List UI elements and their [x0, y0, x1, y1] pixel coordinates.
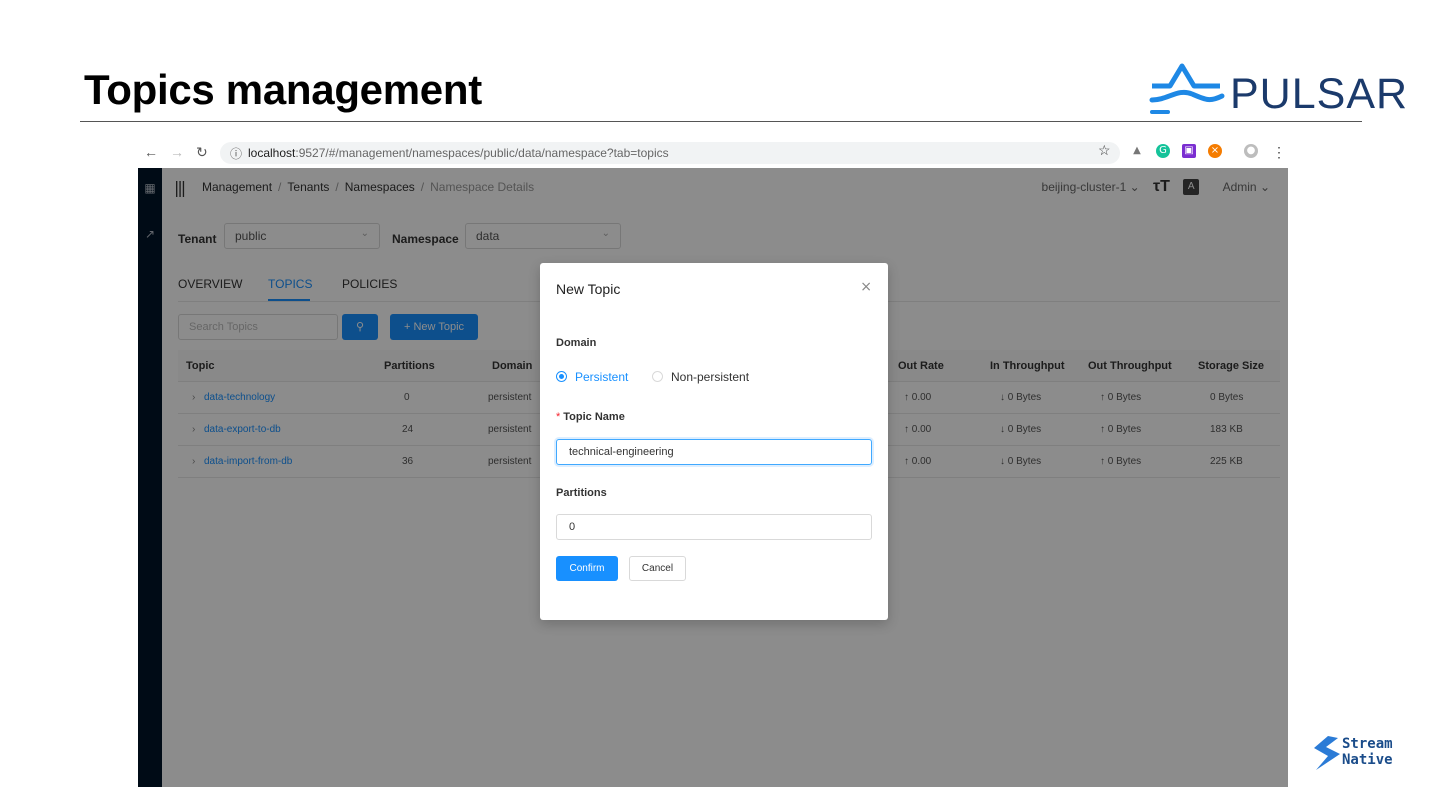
streamnative-logo: Stream Native [1312, 736, 1412, 772]
url-text: localhost:9527/#/management/namespaces/p… [248, 146, 669, 160]
extension-icon[interactable]: ▲ [1130, 144, 1144, 158]
pulsar-logo: PULSAR [1148, 58, 1413, 118]
confirm-button[interactable]: Confirm [556, 556, 618, 581]
bookmark-star-icon[interactable]: ☆ [1098, 142, 1111, 159]
address-bar[interactable]: ⓘ localhost:9527/#/management/namespaces… [220, 142, 1120, 164]
info-icon[interactable]: ⓘ [230, 145, 242, 162]
slide: Topics management PULSAR ← → ↻ ⓘ localho… [0, 0, 1440, 810]
extension-purple-icon[interactable]: ▣ [1182, 144, 1196, 158]
browser-menu-icon[interactable]: ⋮ [1272, 144, 1286, 161]
partitions-input[interactable]: 0 [556, 514, 872, 540]
grammarly-icon[interactable]: G [1156, 144, 1170, 158]
domain-label: Domain [556, 337, 597, 349]
close-icon[interactable]: × [860, 279, 872, 295]
pulsar-wave-icon [1149, 63, 1225, 114]
pulsar-logo-text: PULSAR [1230, 70, 1409, 118]
topic-name-label: * Topic Name [556, 411, 625, 423]
forward-icon[interactable]: → [170, 144, 184, 160]
radio-non-persistent[interactable]: Non-persistent [652, 370, 749, 384]
title-divider [80, 121, 1362, 122]
radio-checked-icon [556, 371, 567, 382]
new-topic-dialog: New Topic × Domain Persistent Non-persis… [540, 263, 888, 620]
streamnative-mark-icon [1314, 736, 1340, 770]
profile-avatar-icon[interactable]: ● [1244, 144, 1258, 158]
radio-persistent[interactable]: Persistent [556, 370, 628, 384]
slide-title: Topics management [84, 66, 482, 113]
topic-name-input[interactable]: technical-engineering [556, 439, 872, 465]
reload-icon[interactable]: ↻ [196, 144, 208, 161]
browser-toolbar: ← → ↻ ⓘ localhost:9527/#/management/name… [138, 138, 1288, 168]
radio-unchecked-icon [652, 371, 663, 382]
streamnative-logo-text: Stream Native [1342, 736, 1393, 768]
cancel-button[interactable]: Cancel [629, 556, 686, 581]
back-icon[interactable]: ← [144, 144, 158, 160]
extension-orange-icon[interactable]: × [1208, 144, 1222, 158]
dialog-title: New Topic [556, 281, 621, 297]
partitions-label: Partitions [556, 487, 607, 499]
